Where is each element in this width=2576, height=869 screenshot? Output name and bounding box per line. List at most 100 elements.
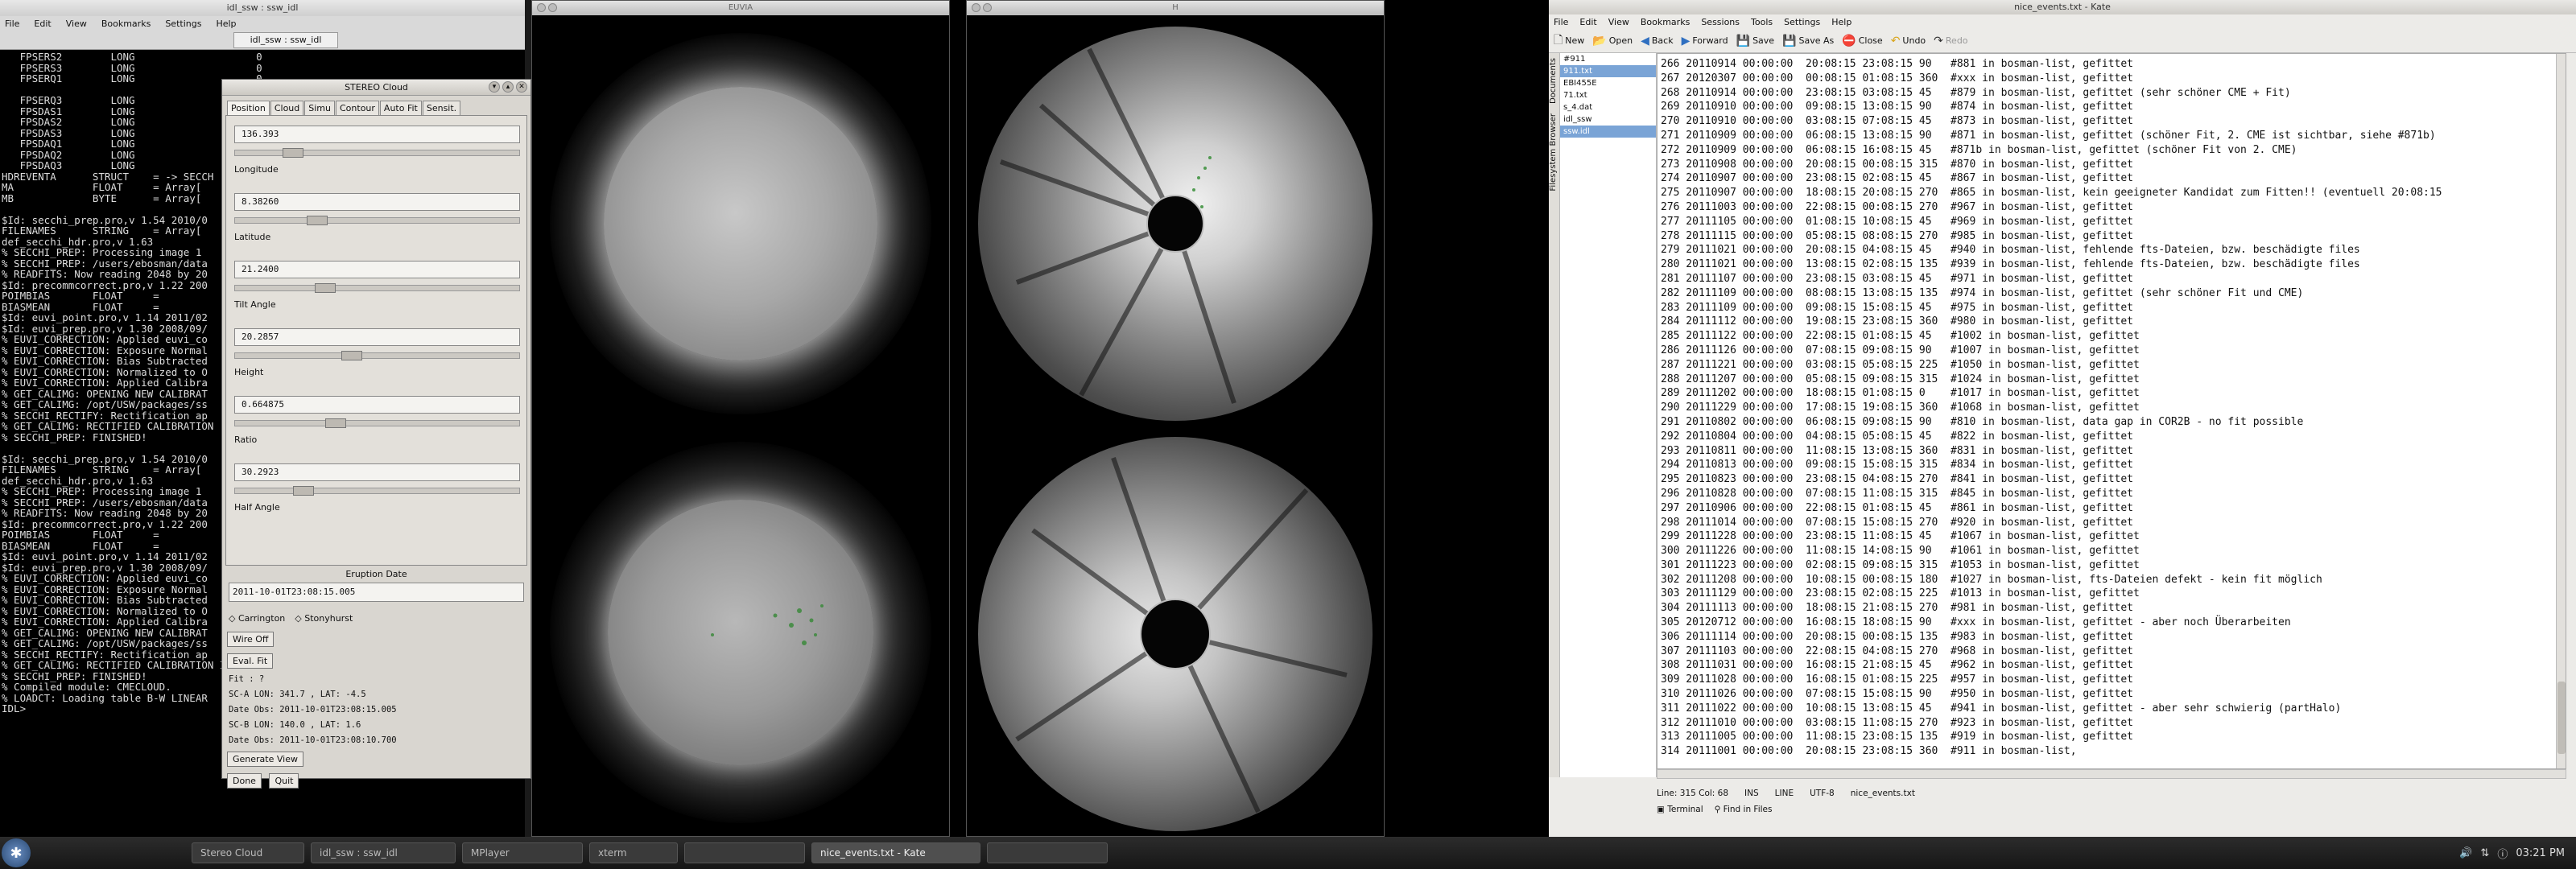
menu-settings[interactable]: Settings	[165, 19, 201, 29]
document-item[interactable]: 71.txt	[1560, 89, 1656, 101]
selection-mode[interactable]: LINE	[1775, 789, 1794, 798]
window-button-icon[interactable]	[548, 3, 557, 12]
tab-contour[interactable]: Contour	[336, 101, 379, 115]
insert-mode[interactable]: INS	[1744, 789, 1759, 798]
parameter-value-field[interactable]: 8.38260	[234, 193, 520, 211]
editor-line[interactable]: 267 20120307 00:00:00 00:08:15 01:08:15 …	[1661, 72, 2442, 86]
editor-line[interactable]: 306 20111114 00:00:00 20:08:15 00:08:15 …	[1661, 630, 2442, 645]
menu-sessions[interactable]: Sessions	[1701, 17, 1740, 27]
editor-line[interactable]: 291 20110802 00:00:00 06:08:15 09:08:15 …	[1661, 415, 2442, 430]
editor-line[interactable]: 290 20111229 00:00:00 17:08:15 19:08:15 …	[1661, 401, 2442, 415]
editor-line[interactable]: 310 20111026 00:00:00 07:08:15 15:08:15 …	[1661, 687, 2442, 702]
undo-button[interactable]: ↶ Undo	[1891, 35, 1926, 47]
editor-line[interactable]: 309 20111028 00:00:00 16:08:15 01:08:15 …	[1661, 673, 2442, 687]
slider-knob[interactable]	[325, 418, 346, 428]
menu-bookmarks[interactable]: Bookmarks	[1641, 17, 1690, 27]
editor-line[interactable]: 277 20111105 00:00:00 01:08:15 10:08:15 …	[1661, 215, 2442, 229]
slider-knob[interactable]	[315, 283, 336, 293]
editor-line[interactable]: 296 20110828 00:00:00 07:08:15 11:08:15 …	[1661, 487, 2442, 501]
editor-line[interactable]: 293 20110811 00:00:00 11:08:15 13:08:15 …	[1661, 444, 2442, 459]
notification-icon[interactable]: ⓘ	[2497, 846, 2508, 861]
parameter-slider[interactable]	[234, 283, 520, 293]
editor-line[interactable]: 308 20111031 00:00:00 16:08:15 21:08:15 …	[1661, 658, 2442, 673]
parameter-slider[interactable]	[234, 351, 520, 360]
editor-line[interactable]: 284 20111112 00:00:00 19:08:15 23:08:15 …	[1661, 315, 2442, 329]
slider-knob[interactable]	[283, 148, 303, 158]
editor-line[interactable]: 281 20111107 00:00:00 23:08:15 03:08:15 …	[1661, 272, 2442, 286]
back-button[interactable]: ◀ Back	[1641, 35, 1674, 47]
editor-line[interactable]: 270 20110910 00:00:00 03:08:15 07:08:15 …	[1661, 114, 2442, 129]
task-kate[interactable]: nice_events.txt - Kate	[811, 842, 980, 863]
editor-line[interactable]: 280 20111021 00:00:00 13:08:15 02:08:15 …	[1661, 257, 2442, 272]
new-button[interactable]: 🗋 New	[1554, 31, 1584, 51]
editor-line[interactable]: 303 20111129 00:00:00 23:08:15 02:08:15 …	[1661, 587, 2442, 601]
quit-button[interactable]: Quit	[269, 773, 299, 789]
editor-line[interactable]: 266 20110914 00:00:00 20:08:15 23:08:15 …	[1661, 57, 2442, 72]
editor-line[interactable]: 269 20110910 00:00:00 09:08:15 13:08:15 …	[1661, 100, 2442, 114]
task-window[interactable]	[987, 842, 1108, 863]
editor-line[interactable]: 271 20110909 00:00:00 06:08:15 13:08:15 …	[1661, 129, 2442, 143]
menu-help[interactable]: Help	[216, 19, 236, 29]
euvi-image-window[interactable]: EUVIA	[531, 0, 950, 837]
parameter-slider[interactable]	[234, 486, 520, 496]
generate-view-button[interactable]: Generate View	[227, 752, 303, 767]
carrington-radio[interactable]: Carrington	[229, 613, 285, 624]
editor-line[interactable]: 272 20110909 00:00:00 06:08:15 16:08:15 …	[1661, 143, 2442, 158]
menu-edit[interactable]: Edit	[1579, 17, 1596, 27]
menu-view[interactable]: View	[66, 19, 87, 29]
editor-line[interactable]: 286 20111126 00:00:00 07:08:15 09:08:15 …	[1661, 344, 2442, 358]
start-menu-button[interactable]: ✱	[2, 838, 31, 867]
volume-icon[interactable]: 🔊	[2459, 847, 2472, 859]
document-item[interactable]: idl_ssw	[1560, 113, 1656, 126]
document-item[interactable]: 911.txt	[1560, 65, 1656, 77]
editor-line[interactable]: 301 20111223 00:00:00 02:08:15 09:08:15 …	[1661, 558, 2442, 573]
maximize-icon[interactable]: ▴	[502, 81, 514, 93]
kate-editor-window[interactable]: nice_events.txt - Kate File Edit View Bo…	[1549, 0, 2576, 837]
vertical-scrollbar[interactable]	[2556, 54, 2566, 768]
parameter-value-field[interactable]: 20.2857	[234, 328, 520, 346]
task-window[interactable]	[684, 842, 805, 863]
close-icon[interactable]: ✕	[516, 81, 527, 93]
eruption-date-input[interactable]: 2011-10-01T23:08:15.005	[229, 583, 524, 602]
editor-line[interactable]: 289 20111202 00:00:00 18:08:15 01:08:15 …	[1661, 386, 2442, 401]
clock[interactable]: 03:21 PM	[2516, 847, 2565, 859]
editor-line[interactable]: 292 20110804 00:00:00 04:08:15 05:08:15 …	[1661, 430, 2442, 444]
window-button-icon[interactable]	[983, 3, 992, 12]
horizontal-scrollbar[interactable]	[1657, 769, 2566, 779]
editor-line[interactable]: 302 20111208 00:00:00 10:08:15 00:08:15 …	[1661, 573, 2442, 587]
editor-line[interactable]: 307 20111103 00:00:00 22:08:15 04:08:15 …	[1661, 645, 2442, 659]
editor-line[interactable]: 305 20120712 00:00:00 16:08:15 18:08:15 …	[1661, 616, 2442, 630]
editor-line[interactable]: 312 20111010 00:00:00 03:08:15 11:08:15 …	[1661, 716, 2442, 731]
slider-knob[interactable]	[293, 486, 314, 496]
editor-line[interactable]: 298 20111014 00:00:00 07:08:15 15:08:15 …	[1661, 516, 2442, 530]
tab-sensit[interactable]: Sensit.	[422, 101, 461, 115]
editor-line[interactable]: 279 20111021 00:00:00 20:08:15 04:08:15 …	[1661, 243, 2442, 257]
save-as-button[interactable]: 💾 Save As	[1782, 35, 1834, 47]
menu-help[interactable]: Help	[1831, 17, 1852, 27]
minimize-icon[interactable]: ▾	[489, 81, 500, 93]
editor-line[interactable]: 300 20111226 00:00:00 11:08:15 14:08:15 …	[1661, 544, 2442, 558]
document-item[interactable]: EBI455E	[1560, 77, 1656, 89]
parameter-value-field[interactable]: 0.664875	[234, 396, 520, 414]
menu-tools[interactable]: Tools	[1751, 17, 1773, 27]
editor-line[interactable]: 295 20110823 00:00:00 23:08:15 04:08:15 …	[1661, 472, 2442, 487]
text-editor[interactable]: 266 20110914 00:00:00 20:08:15 23:08:15 …	[1657, 53, 2566, 769]
editor-line[interactable]: 304 20111113 00:00:00 18:08:15 21:08:15 …	[1661, 601, 2442, 616]
window-button-icon[interactable]	[537, 3, 546, 12]
redo-button[interactable]: ↷ Redo	[1934, 35, 1967, 47]
stonyhurst-radio[interactable]: Stonyhurst	[295, 613, 353, 624]
editor-line[interactable]: 294 20110813 00:00:00 09:08:15 15:08:15 …	[1661, 458, 2442, 472]
menu-file[interactable]: File	[5, 19, 19, 29]
forward-button[interactable]: ▶ Forward	[1682, 35, 1728, 47]
parameter-value-field[interactable]: 30.2923	[234, 463, 520, 481]
tab-simu[interactable]: Simu	[304, 101, 335, 115]
close-button[interactable]: ⛔ Close	[1842, 35, 1882, 47]
editor-line[interactable]: 274 20110907 00:00:00 23:08:15 02:08:15 …	[1661, 171, 2442, 186]
menu-settings[interactable]: Settings	[1784, 17, 1820, 27]
slider-knob[interactable]	[307, 216, 328, 225]
document-item[interactable]: s_4.dat	[1560, 101, 1656, 113]
editor-line[interactable]: 299 20111228 00:00:00 23:08:15 11:08:15 …	[1661, 529, 2442, 544]
window-button-icon[interactable]	[972, 3, 980, 12]
stereo-cloud-dialog[interactable]: STEREO Cloud ▾ ▴ ✕ Position Cloud Simu C…	[221, 79, 531, 789]
editor-line[interactable]: 273 20110908 00:00:00 20:08:15 00:08:15 …	[1661, 158, 2442, 172]
